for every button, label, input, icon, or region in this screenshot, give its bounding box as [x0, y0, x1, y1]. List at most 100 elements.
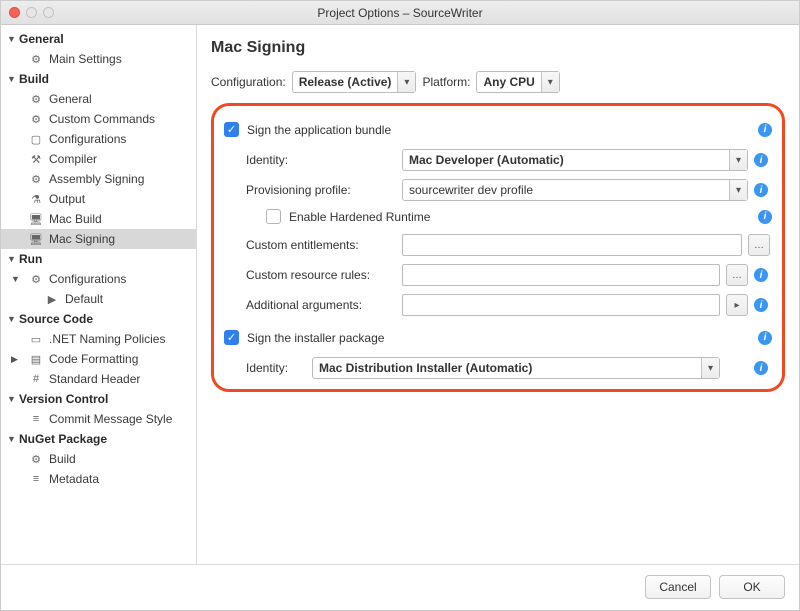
sidebar-item-label: Default	[65, 292, 103, 306]
sidebar-item-label: Assembly Signing	[49, 172, 144, 186]
sidebar-item-mac-build[interactable]: 🖥 Mac Build	[1, 209, 196, 229]
info-icon[interactable]: i	[754, 153, 768, 167]
cancel-button[interactable]: Cancel	[645, 575, 711, 599]
sidebar-item-label: General	[49, 92, 92, 106]
chevron-right-icon: ▶	[11, 354, 19, 365]
browse-button[interactable]: …	[726, 264, 748, 286]
provisioning-label: Provisioning profile:	[246, 183, 396, 197]
info-icon[interactable]: i	[754, 298, 768, 312]
entitlements-input[interactable]	[402, 234, 742, 256]
sidebar-cat-label: Source Code	[19, 312, 93, 326]
chevron-down-icon: ▼	[11, 274, 19, 284]
sidebar-cat-version-control[interactable]: ▼ Version Control	[1, 389, 196, 409]
browse-button[interactable]: …	[748, 234, 770, 256]
sidebar-item-commit-message-style[interactable]: ≡ Commit Message Style	[1, 409, 196, 429]
chevron-down-icon: ▼	[7, 314, 15, 324]
sidebar-item-custom-commands[interactable]: ⚙ Custom Commands	[1, 109, 196, 129]
close-icon[interactable]	[9, 7, 20, 18]
gear-icon: ⚙	[29, 92, 43, 106]
info-icon[interactable]: i	[754, 183, 768, 197]
zoom-icon	[43, 7, 54, 18]
sign-installer-label: Sign the installer package	[247, 331, 384, 345]
sidebar-cat-label: Run	[19, 252, 42, 266]
platform-label: Platform:	[422, 75, 470, 89]
sidebar-item-naming-policies[interactable]: ▭ .NET Naming Policies	[1, 329, 196, 349]
info-icon[interactable]: i	[754, 361, 768, 375]
additional-args-input[interactable]	[402, 294, 720, 316]
square-icon: ▢	[29, 132, 43, 146]
gear-icon: ⚙	[29, 172, 43, 186]
dropdown-value: Any CPU	[477, 75, 540, 89]
sidebar-cat-general[interactable]: ▼ General	[1, 29, 196, 49]
sidebar-cat-run[interactable]: ▼ Run	[1, 249, 196, 269]
resource-rules-row: Custom resource rules: … i	[224, 264, 772, 286]
entitlements-label: Custom entitlements:	[246, 238, 396, 252]
highlight-annotation: ✓ Sign the application bundle i Identity…	[211, 103, 785, 392]
sidebar-item-label: Compiler	[49, 152, 97, 166]
sidebar-item-label: Configurations	[49, 132, 126, 146]
entitlements-row: Custom entitlements: …	[224, 234, 772, 256]
page-heading: Mac Signing	[211, 39, 785, 57]
hash-icon: #	[29, 372, 43, 386]
sign-app-checkbox[interactable]: ✓	[224, 122, 239, 137]
sidebar-item-run-default[interactable]: ▶ Default	[1, 289, 196, 309]
sidebar-item-code-formatting[interactable]: ▶ ▤ Code Formatting	[1, 349, 196, 369]
info-icon[interactable]: i	[754, 268, 768, 282]
sign-app-label: Sign the application bundle	[247, 123, 391, 137]
identity-dropdown[interactable]: Mac Developer (Automatic) ▾	[402, 149, 748, 171]
flask-icon: ⚗	[29, 192, 43, 206]
provisioning-row: Provisioning profile: sourcewriter dev p…	[224, 179, 772, 201]
sidebar-item-nuget-metadata[interactable]: ≡ Metadata	[1, 469, 196, 489]
installer-identity-dropdown[interactable]: Mac Distribution Installer (Automatic) ▾	[312, 357, 720, 379]
sidebar-cat-nuget[interactable]: ▼ NuGet Package	[1, 429, 196, 449]
configuration-dropdown[interactable]: Release (Active) ▾	[292, 71, 417, 93]
traffic-lights	[9, 7, 54, 18]
installer-identity-label: Identity:	[246, 361, 306, 375]
window-title: Project Options – SourceWriter	[1, 6, 799, 20]
additional-args-row: Additional arguments: ▸ i	[224, 294, 772, 316]
sidebar-item-standard-header[interactable]: # Standard Header	[1, 369, 196, 389]
info-icon[interactable]: i	[758, 210, 772, 224]
content-pane: Mac Signing Configuration: Release (Acti…	[197, 25, 799, 564]
resource-rules-input[interactable]	[402, 264, 720, 286]
ok-button[interactable]: OK	[719, 575, 785, 599]
sidebar-item-label: Commit Message Style	[49, 412, 172, 426]
sidebar-item-compiler[interactable]: ⚒ Compiler	[1, 149, 196, 169]
hardened-runtime-checkbox[interactable]	[266, 209, 281, 224]
sidebar-item-run-configurations[interactable]: ▼ ⚙ Configurations	[1, 269, 196, 289]
gear-icon: ⚙	[29, 452, 43, 466]
sidebar-item-label: Configurations	[49, 272, 126, 286]
sidebar-item-main-settings[interactable]: ⚙ Main Settings	[1, 49, 196, 69]
sidebar: ▼ General ⚙ Main Settings ▼ Build ⚙ Gene…	[1, 25, 197, 564]
configuration-label: Configuration:	[211, 75, 286, 89]
chevron-down-icon: ▾	[729, 150, 747, 170]
sidebar-item-label: Mac Signing	[49, 232, 115, 246]
window-titlebar: Project Options – SourceWriter	[1, 1, 799, 25]
chevron-down-icon: ▾	[729, 180, 747, 200]
sign-installer-checkbox[interactable]: ✓	[224, 330, 239, 345]
gear-icon: ⚙	[29, 52, 43, 66]
sidebar-cat-build[interactable]: ▼ Build	[1, 69, 196, 89]
sidebar-item-build-general[interactable]: ⚙ General	[1, 89, 196, 109]
platform-dropdown[interactable]: Any CPU ▾	[476, 71, 559, 93]
sidebar-item-configurations[interactable]: ▢ Configurations	[1, 129, 196, 149]
monitor-icon: 🖥	[29, 212, 43, 226]
info-icon[interactable]: i	[758, 331, 772, 345]
expand-button[interactable]: ▸	[726, 294, 748, 316]
info-icon[interactable]: i	[758, 123, 772, 137]
sidebar-item-label: Main Settings	[49, 52, 122, 66]
sidebar-item-label: Code Formatting	[49, 352, 138, 366]
sidebar-item-mac-signing[interactable]: 🖥 Mac Signing	[1, 229, 196, 249]
provisioning-dropdown[interactable]: sourcewriter dev profile ▾	[402, 179, 748, 201]
gear-icon: ⚙	[29, 272, 43, 286]
sidebar-item-nuget-build[interactable]: ⚙ Build	[1, 449, 196, 469]
sidebar-item-label: Build	[49, 452, 76, 466]
sidebar-item-label: Output	[49, 192, 85, 206]
sidebar-cat-source-code[interactable]: ▼ Source Code	[1, 309, 196, 329]
hardened-runtime-row: Enable Hardened Runtime i	[224, 209, 772, 224]
sidebar-item-label: Metadata	[49, 472, 99, 486]
sidebar-item-assembly-signing[interactable]: ⚙ Assembly Signing	[1, 169, 196, 189]
compiler-icon: ⚒	[29, 152, 43, 166]
chevron-down-icon: ▼	[7, 34, 15, 44]
sidebar-item-output[interactable]: ⚗ Output	[1, 189, 196, 209]
